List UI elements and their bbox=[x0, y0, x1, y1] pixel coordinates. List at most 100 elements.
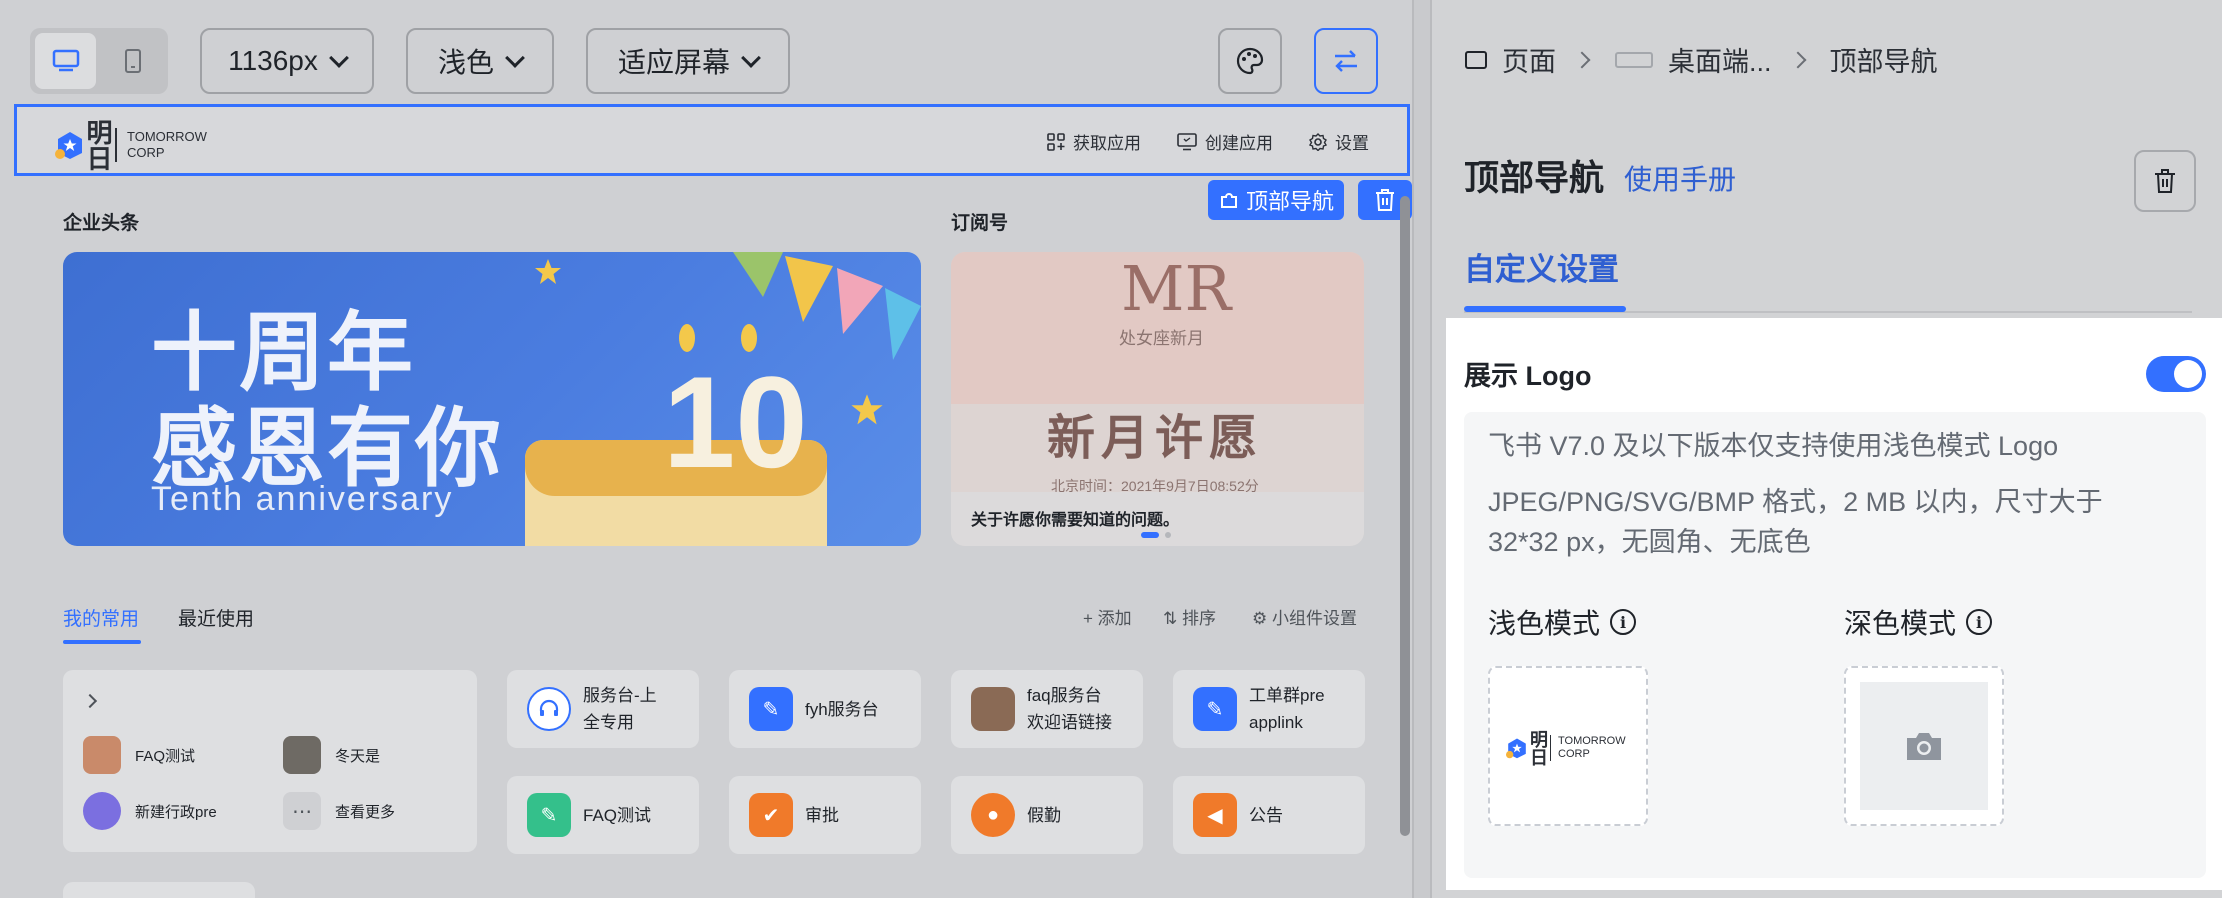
section-title-headline: 企业头条 bbox=[63, 213, 140, 234]
candle-flames bbox=[679, 324, 757, 352]
nav-settings[interactable]: 设置 bbox=[1309, 129, 1369, 154]
nav-get-app[interactable]: 获取应用 bbox=[1047, 129, 1141, 154]
app-card[interactable]: ✎ fyh服务台 bbox=[729, 670, 921, 748]
app-card[interactable]: ◀ 公告 bbox=[1173, 776, 1365, 854]
tab-custom-settings[interactable]: 自定义设置 bbox=[1464, 244, 1619, 289]
app-label-2: 全专用 bbox=[583, 713, 634, 732]
chevron-down-icon bbox=[505, 48, 525, 68]
app-label: faq服务台 bbox=[1027, 686, 1102, 705]
logo-preview: 明日 TOMORROW CORP bbox=[1506, 730, 1637, 766]
app-card[interactable]: faq服务台 欢迎语链接 bbox=[951, 670, 1143, 748]
user-manual-link[interactable]: 使用手册 bbox=[1624, 158, 1736, 198]
favorite-item[interactable]: FAQ测试 bbox=[83, 736, 195, 774]
light-mode-label: 浅色模式 i bbox=[1488, 602, 1637, 642]
palette-icon bbox=[1236, 47, 1264, 75]
widget-settings-button[interactable]: ⚙ 小组件设置 bbox=[1252, 604, 1357, 629]
chevron-right-icon[interactable] bbox=[82, 693, 98, 709]
headline-banner[interactable]: 十周年 感恩有你 Tenth anniversary 10 bbox=[63, 252, 921, 546]
app-label: 审批 bbox=[805, 805, 839, 825]
apps-grid-icon bbox=[1047, 132, 1065, 151]
app-label: 服务台-上 bbox=[583, 686, 657, 705]
logo-text-en-1: TOMORROW bbox=[127, 129, 207, 144]
section-title-subscription: 订阅号 bbox=[951, 213, 1009, 234]
camera-icon bbox=[1907, 733, 1941, 760]
logo-hex-icon bbox=[55, 132, 82, 159]
favorite-item[interactable]: 新建行政pre bbox=[83, 792, 217, 830]
app-card[interactable]: ✎ FAQ测试 bbox=[507, 776, 699, 854]
favorite-item[interactable]: 冬天是 bbox=[283, 736, 380, 774]
approval-icon: ✔ bbox=[749, 793, 793, 837]
top-nav-preview[interactable]: 明日 TOMORROW CORP 获取应用 创建应用 设置 bbox=[14, 104, 1410, 176]
carousel-dot[interactable] bbox=[1165, 532, 1171, 538]
tab-indicator bbox=[63, 640, 141, 644]
partial-card bbox=[63, 882, 255, 898]
add-button[interactable]: + 添加 bbox=[1083, 604, 1132, 629]
logo-divider bbox=[1550, 735, 1551, 761]
selected-component-tag[interactable]: 顶部导航 bbox=[1208, 180, 1345, 220]
subscription-banner[interactable]: MR 处女座新月 新月许愿 北京时间：2021年9月7日08:52分 关于许愿你… bbox=[951, 252, 1364, 546]
info-icon[interactable]: i bbox=[1610, 609, 1637, 635]
fit-select[interactable]: 适应屏幕 bbox=[586, 28, 790, 94]
tab-recent[interactable]: 最近使用 bbox=[178, 604, 254, 631]
sort-button[interactable]: ⇅ 排序 bbox=[1163, 604, 1216, 629]
tab-favorites[interactable]: 我的常用 bbox=[63, 604, 139, 631]
theme-select[interactable]: 浅色 bbox=[406, 28, 554, 94]
app-card[interactable]: ✔ 审批 bbox=[729, 776, 921, 854]
chevron-down-icon bbox=[328, 48, 349, 68]
subscription-logo-mark: MR bbox=[1121, 252, 1232, 325]
component-icon bbox=[1221, 193, 1237, 208]
company-logo: 明日 TOMORROW CORP bbox=[55, 119, 221, 171]
carousel-dot-active[interactable] bbox=[1141, 532, 1159, 538]
swap-icon bbox=[1335, 50, 1357, 72]
info-text-format: JPEG/PNG/SVG/BMP 格式，2 MB 以内，尺寸大于 bbox=[1488, 487, 2103, 517]
app-label-2: 欢迎语链接 bbox=[1027, 713, 1112, 732]
logo-text-cn: 明日 bbox=[83, 119, 113, 171]
desktop-layout-icon bbox=[1615, 51, 1653, 68]
dark-logo-upload[interactable] bbox=[1844, 666, 2004, 826]
theme-select-value: 浅色 bbox=[437, 47, 494, 78]
headset-icon bbox=[527, 687, 571, 731]
show-logo-label: 展示 Logo bbox=[1464, 361, 1592, 391]
favorite-label: 冬天是 bbox=[335, 747, 381, 765]
star-icon bbox=[535, 259, 561, 284]
ticket-icon: ✎ bbox=[1193, 687, 1237, 731]
banner-line-3: Tenth anniversary bbox=[151, 480, 454, 518]
width-select[interactable]: 1136px bbox=[200, 28, 374, 94]
breadcrumb-page[interactable]: 页面 bbox=[1502, 40, 1556, 79]
dark-mode-text: 深色模式 bbox=[1844, 608, 1957, 639]
device-switch bbox=[30, 28, 168, 94]
info-icon[interactable]: i bbox=[1966, 609, 1993, 635]
logo-settings-card: 展示 Logo 飞书 V7.0 及以下版本仅支持使用浅色模式 Logo JPEG… bbox=[1446, 318, 2222, 890]
logo-text-en: TOMORROW CORP bbox=[1558, 735, 1626, 761]
app-label: fyh服务台 bbox=[805, 699, 879, 719]
show-logo-toggle[interactable] bbox=[2146, 356, 2206, 392]
info-text-size: 32*32 px，无圆角、无底色 bbox=[1488, 527, 1811, 557]
app-label: 工单群pre bbox=[1249, 686, 1325, 705]
desktop-view-button[interactable] bbox=[35, 33, 96, 89]
avatar-icon bbox=[971, 687, 1015, 731]
app-card[interactable]: ● 假勤 bbox=[951, 776, 1143, 854]
app-label: 公告 bbox=[1249, 805, 1283, 825]
more-icon: ⋯ bbox=[283, 792, 321, 830]
properties-panel: 页面 桌面端... 顶部导航 顶部导航 使用手册 自定义设置 展示 Logo 飞… bbox=[1430, 0, 2222, 898]
breadcrumb-current: 顶部导航 bbox=[1829, 47, 1938, 77]
trash-icon bbox=[1376, 189, 1394, 211]
breadcrumb-desktop[interactable]: 桌面端... bbox=[1668, 40, 1772, 79]
logo-text-cn: 明日 bbox=[1528, 730, 1548, 766]
chat-avatar bbox=[83, 792, 121, 830]
view-more-item[interactable]: ⋯ 查看更多 bbox=[283, 792, 395, 830]
theme-palette-button[interactable] bbox=[1218, 28, 1282, 94]
logo-text-en: TOMORROW CORP bbox=[127, 129, 207, 161]
app-card[interactable]: 服务台-上全专用 bbox=[507, 670, 699, 748]
star-icon bbox=[851, 394, 883, 425]
app-card[interactable]: ✎ 工单群pre applink bbox=[1173, 670, 1365, 748]
light-logo-upload[interactable]: 明日 TOMORROW CORP bbox=[1488, 666, 1648, 826]
swap-button[interactable] bbox=[1314, 28, 1378, 94]
nav-settings-label: 设置 bbox=[1335, 134, 1369, 153]
page-icon bbox=[1465, 50, 1487, 69]
mobile-view-button[interactable] bbox=[102, 33, 163, 89]
delete-button[interactable] bbox=[2134, 150, 2196, 212]
avatar bbox=[283, 736, 321, 774]
nav-create-app[interactable]: 创建应用 bbox=[1177, 129, 1273, 154]
scrollbar[interactable] bbox=[1400, 196, 1410, 836]
